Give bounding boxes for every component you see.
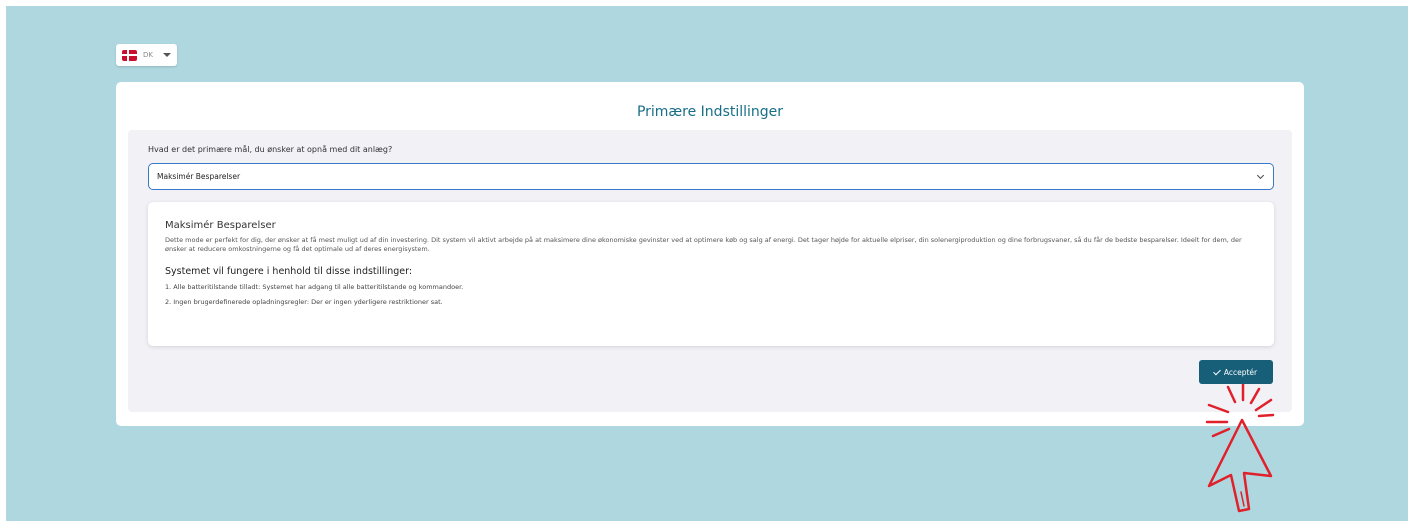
goal-select[interactable]: Maksimér Besparelser xyxy=(148,163,1274,190)
settings-panel: Hvad er det primære mål, du ønsker at op… xyxy=(128,130,1292,412)
page-background: DK Primære Indstillinger Hvad er det pri… xyxy=(6,6,1408,521)
rule-item: 2. Ingen brugerdefinerede opladningsregl… xyxy=(165,298,443,306)
mode-info-box: Maksimér Besparelser Dette mode er perfe… xyxy=(148,202,1274,346)
accept-button-label: Acceptér xyxy=(1223,367,1258,377)
caret-down-icon xyxy=(162,53,171,57)
chevron-down-icon xyxy=(1256,171,1265,180)
check-icon xyxy=(1212,367,1221,375)
danish-flag-icon xyxy=(122,49,137,61)
accept-button[interactable]: Acceptér xyxy=(1199,360,1273,384)
goal-select-value: Maksimér Besparelser xyxy=(157,172,241,181)
mode-title: Maksimér Besparelser xyxy=(165,220,276,231)
rule-item: 1. Alle batteritilstande tilladt: System… xyxy=(165,283,464,291)
click-pointer-icon xyxy=(1205,384,1275,513)
settings-subtitle: Systemet vil fungere i henhold til disse… xyxy=(165,266,413,277)
language-code: DK xyxy=(143,51,153,59)
language-selector[interactable]: DK xyxy=(116,44,177,66)
goal-question: Hvad er det primære mål, du ønsker at op… xyxy=(148,145,393,154)
mode-description: Dette mode er perfekt for dig, der ønske… xyxy=(165,236,1242,253)
settings-card: Primære Indstillinger Hvad er det primær… xyxy=(116,82,1304,426)
page-title: Primære Indstillinger xyxy=(636,104,784,120)
